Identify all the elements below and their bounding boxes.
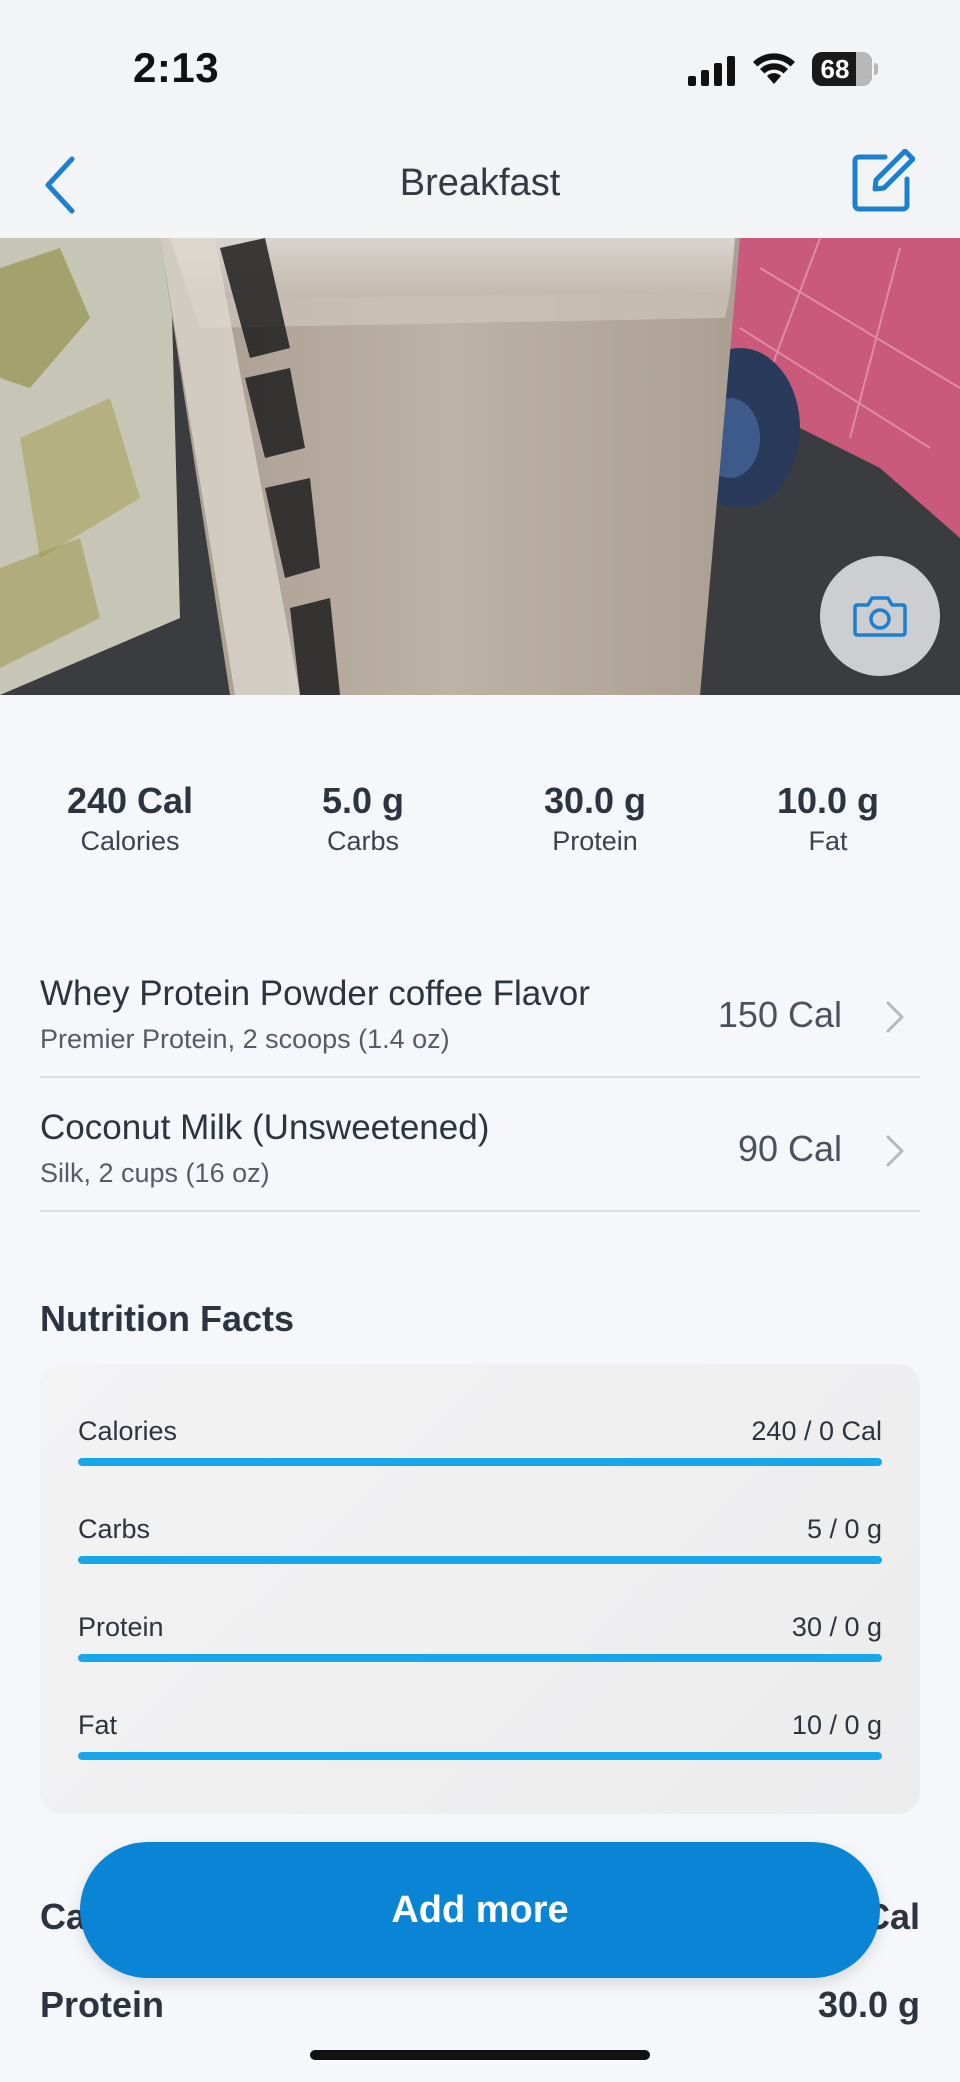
- macro-summary: 240 Cal Calories 5.0 g Carbs 30.0 g Prot…: [0, 780, 960, 870]
- navigation-bar: Breakfast: [0, 130, 960, 238]
- food-item[interactable]: Coconut Milk (Unsweetened) Silk, 2 cups …: [40, 1078, 920, 1212]
- nutrition-progress-bar: [78, 1458, 882, 1466]
- summary-calories-value: 240 Cal: [66, 780, 194, 821]
- home-indicator[interactable]: [310, 2050, 650, 2060]
- totals-value: 30.0 g: [817, 1984, 920, 2025]
- summary-carbs-label: Carbs: [326, 826, 400, 856]
- nutrition-label: Protein: [78, 1612, 164, 1642]
- food-item-detail: Silk, 2 cups (16 oz): [40, 1158, 270, 1188]
- summary-calories-label: Calories: [80, 826, 180, 856]
- nutrition-value: 30 / 0 g: [791, 1612, 882, 1642]
- nutrition-label: Calories: [78, 1416, 178, 1446]
- summary-carbs-value: 5.0 g: [321, 780, 405, 821]
- nutrition-value: 240 / 0 Cal: [751, 1416, 882, 1446]
- chevron-right-icon: [886, 1135, 904, 1167]
- wifi-icon: [753, 53, 795, 84]
- nutrition-progress-bar: [78, 1556, 882, 1564]
- summary-fat: 10.0 g Fat: [712, 780, 944, 857]
- battery-level: 68: [820, 54, 850, 84]
- add-more-button[interactable]: Add more: [80, 1842, 880, 1978]
- food-item-name: Coconut Milk (Unsweetened): [40, 1108, 490, 1147]
- nutrition-row-carbs: Carbs 5 / 0 g: [78, 1514, 882, 1574]
- camera-icon: [853, 596, 907, 637]
- food-item-calories: 150 Cal: [717, 994, 842, 1035]
- nutrition-progress-track: [78, 1458, 882, 1466]
- cellular-signal-icon: [688, 56, 735, 86]
- summary-protein-label: Protein: [552, 826, 638, 856]
- food-item-name: Whey Protein Powder coffee Flavor: [40, 974, 590, 1013]
- nutrition-progress-bar: [78, 1752, 882, 1760]
- page-title: Breakfast: [399, 162, 561, 204]
- nutrition-label: Fat: [78, 1710, 118, 1740]
- chevron-right-icon: [886, 1001, 904, 1033]
- summary-calories: 240 Cal Calories: [14, 780, 246, 857]
- status-bar: 2:13 68: [0, 0, 960, 130]
- battery-indicator: 68: [812, 52, 878, 86]
- edit-icon: [852, 149, 915, 212]
- food-item[interactable]: Whey Protein Powder coffee Flavor Premie…: [40, 944, 920, 1078]
- nutrition-row-fat: Fat 10 / 0 g: [78, 1710, 882, 1770]
- nutrition-value: 5 / 0 g: [806, 1514, 882, 1544]
- nutrition-progress-bar: [78, 1654, 882, 1662]
- meal-detail-screen: 2:13 68 Breakfast 240 Cal Calories 5.0 g…: [0, 0, 960, 2082]
- totals-row-protein: Protein 30.0 g: [40, 1984, 920, 2034]
- edit-button[interactable]: [844, 144, 920, 220]
- change-photo-button[interactable]: [820, 556, 940, 676]
- nutrition-label: Carbs: [78, 1514, 151, 1544]
- nutrition-row-calories: Calories 240 / 0 Cal: [78, 1416, 882, 1476]
- nutrition-progress-track: [78, 1556, 882, 1564]
- summary-fat-value: 10.0 g: [776, 780, 880, 821]
- summary-protein-value: 30.0 g: [543, 780, 647, 821]
- nutrition-progress-track: [78, 1654, 882, 1662]
- food-item-calories: 90 Cal: [737, 1128, 842, 1169]
- nutrition-value: 10 / 0 g: [791, 1710, 882, 1740]
- meal-photo: [0, 238, 960, 695]
- nutrition-facts-title: Nutrition Facts: [40, 1298, 295, 1339]
- status-time: 2:13: [133, 44, 220, 91]
- meal-photo-image: [0, 238, 960, 695]
- summary-carbs: 5.0 g Carbs: [247, 780, 479, 857]
- nutrition-progress-track: [78, 1752, 882, 1760]
- food-item-detail: Premier Protein, 2 scoops (1.4 oz): [40, 1024, 450, 1054]
- nutrition-facts-card: Calories 240 / 0 Cal Carbs 5 / 0 g Prote…: [40, 1364, 920, 1814]
- totals-label: Protein: [40, 1984, 165, 2025]
- nutrition-row-protein: Protein 30 / 0 g: [78, 1612, 882, 1672]
- summary-fat-label: Fat: [808, 826, 848, 856]
- summary-protein: 30.0 g Protein: [479, 780, 711, 857]
